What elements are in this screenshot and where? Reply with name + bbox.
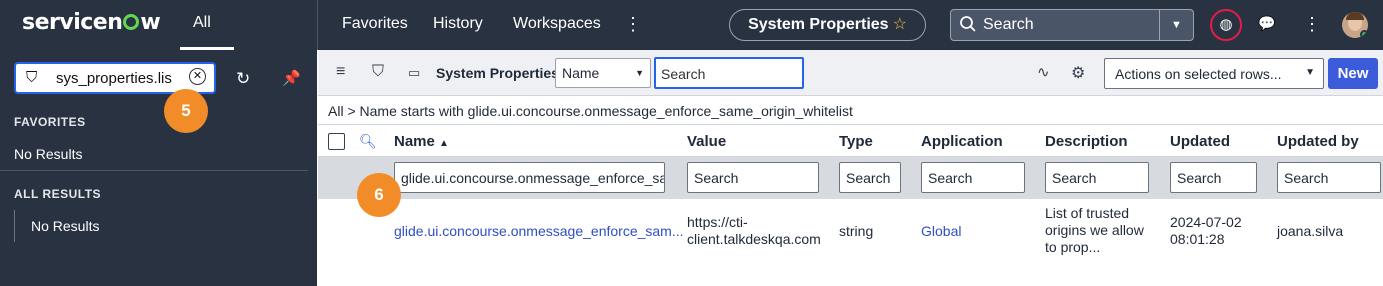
- list-comment-icon[interactable]: ▭: [408, 65, 420, 81]
- new-button[interactable]: New: [1328, 58, 1378, 89]
- sort-ascending-icon: ▲: [439, 138, 449, 149]
- nav-all-menu[interactable]: All: [193, 14, 211, 32]
- presence-status-dot: [1360, 30, 1368, 38]
- favorites-heading: FAVORITES: [14, 115, 86, 129]
- actions-select[interactable]: Actions on selected rows... ▼: [1104, 58, 1324, 89]
- top-navigation-bar: servicen w All Favorites History Workspac…: [0, 0, 1383, 50]
- globe-icon[interactable]: ◍: [1210, 9, 1242, 41]
- tree-guide-line: [14, 210, 15, 242]
- column-header-name-label: Name: [394, 133, 435, 150]
- chevron-down-icon: ▼: [1305, 67, 1315, 78]
- global-search[interactable]: Search ▼: [950, 9, 1194, 41]
- chevron-down-icon: ▼: [635, 68, 644, 78]
- row-value: https://cti- client.talkdeskqa.com: [687, 214, 821, 248]
- row-description: List of trusted origins we allow to prop…: [1045, 205, 1144, 256]
- brand-text-a: servicen: [22, 10, 123, 35]
- nav-more-icon[interactable]: ⋮: [624, 14, 642, 35]
- search-field-select[interactable]: Name ▼: [555, 58, 651, 88]
- servicenow-logo[interactable]: servicen w: [22, 10, 161, 35]
- all-results-empty-text: No Results: [31, 218, 100, 234]
- search-field-select-value: Name: [562, 65, 600, 81]
- search-scope-dropdown-icon[interactable]: ▼: [1159, 10, 1193, 40]
- breadcrumb: All > Name starts with glide.ui.concours…: [328, 103, 853, 119]
- pin-icon[interactable]: 📌: [282, 69, 301, 87]
- nav-workspaces[interactable]: Workspaces: [513, 15, 601, 33]
- global-search-input[interactable]: Search: [983, 16, 1034, 34]
- row-type: string: [839, 223, 874, 239]
- row-name-link[interactable]: glide.ui.concourse.onmessage_enforce_sam…: [394, 223, 684, 240]
- sidebar-divider: [0, 170, 308, 171]
- step-badge-6: 6: [357, 173, 401, 217]
- row-description-line-1: List of trusted: [1045, 205, 1130, 221]
- step-badge-5: 5: [164, 89, 208, 133]
- breadcrumb-condition[interactable]: Name starts with glide.ui.concourse.onme…: [360, 103, 853, 119]
- filter-input-value[interactable]: Search: [687, 162, 819, 193]
- column-header-value[interactable]: Value: [687, 133, 726, 150]
- all-results-heading: ALL RESULTS: [14, 187, 102, 201]
- row-updated-date: 2024-07-02: [1170, 214, 1242, 230]
- avatar[interactable]: [1342, 12, 1368, 38]
- list-title: System Properties: [436, 65, 559, 81]
- search-icon: [960, 16, 976, 32]
- row-description-line-3: to prop...: [1045, 239, 1101, 255]
- row-updated-by: joana.silva: [1277, 223, 1344, 239]
- breadcrumb-all[interactable]: All: [328, 103, 344, 119]
- actions-select-value: Actions on selected rows...: [1115, 66, 1282, 82]
- clear-filter-icon[interactable]: ✕: [189, 68, 206, 85]
- column-header-description[interactable]: Description: [1045, 133, 1128, 150]
- row-value-line-2: client.talkdeskqa.com: [687, 231, 821, 247]
- column-header-updated-by[interactable]: Updated by: [1277, 133, 1359, 150]
- filter-input-name[interactable]: glide.ui.concourse.onmessage_enforce_sar: [394, 162, 665, 193]
- refresh-icon[interactable]: ↻: [236, 69, 250, 89]
- filter-input-updated-by[interactable]: Search: [1277, 162, 1381, 193]
- row-description-line-2: origins we allow: [1045, 222, 1144, 238]
- activity-icon[interactable]: ∿: [1037, 63, 1050, 81]
- nav-divider: [317, 0, 318, 50]
- logo-o-ring: [123, 14, 140, 30]
- list-toolbar: ≡ ⛉ ▭ System Properties Name ▼ Search ∿ …: [318, 50, 1383, 96]
- filter-input-updated[interactable]: Search: [1170, 162, 1257, 193]
- brand-text-b: w: [140, 10, 161, 35]
- nav-favorites[interactable]: Favorites: [342, 15, 408, 33]
- chat-icon[interactable]: 💬: [1258, 15, 1275, 32]
- filter-funnel-icon: ⛉: [26, 69, 38, 86]
- row-updated-time: 08:01:28: [1170, 231, 1225, 247]
- row-application-link[interactable]: Global: [921, 223, 961, 240]
- row-updated: 2024-07-02 08:01:28: [1170, 214, 1242, 248]
- favorites-empty-text: No Results: [14, 146, 83, 162]
- context-title: System Properties: [748, 16, 889, 33]
- user-menu-more-icon[interactable]: ⋮: [1303, 14, 1321, 35]
- list-context-menu-icon[interactable]: ≡: [336, 63, 345, 81]
- column-search-icon[interactable]: 🔍︎: [359, 133, 377, 150]
- row-value-line-1: https://cti-: [687, 214, 748, 230]
- context-title-pill[interactable]: System Properties ☆: [729, 9, 926, 41]
- column-header-type[interactable]: Type: [839, 133, 873, 150]
- filter-input-description[interactable]: Search: [1045, 162, 1149, 193]
- filter-toggle-icon[interactable]: ⛉: [372, 63, 384, 81]
- column-header-name[interactable]: Name ▲: [394, 133, 449, 150]
- nav-history[interactable]: History: [433, 15, 483, 33]
- breadcrumb-separator: >: [347, 103, 356, 119]
- navigator-sidebar: ⛉ sys_properties.lis ✕ ↻ 📌 5 FAVORITES N…: [0, 50, 317, 286]
- column-header-updated[interactable]: Updated: [1170, 133, 1230, 150]
- select-all-checkbox[interactable]: [328, 133, 345, 150]
- breadcrumb-divider: [318, 124, 1383, 125]
- filter-input-type[interactable]: Search: [839, 162, 901, 193]
- list-search-input[interactable]: Search: [654, 57, 804, 89]
- gear-icon[interactable]: ⚙: [1071, 63, 1085, 83]
- avatar-hair: [1346, 12, 1364, 20]
- star-favorite-icon[interactable]: ☆: [893, 16, 907, 33]
- filter-input-application[interactable]: Search: [921, 162, 1025, 193]
- navigator-filter-value: sys_properties.lis: [56, 70, 172, 87]
- column-header-application[interactable]: Application: [921, 133, 1003, 150]
